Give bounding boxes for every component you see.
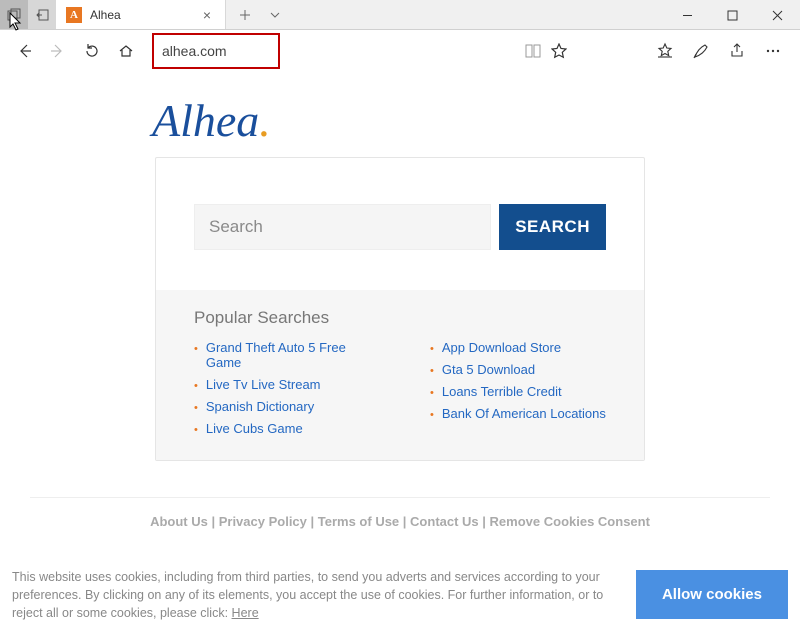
share-icon[interactable] — [726, 40, 748, 62]
list-item: •Bank Of American Locations — [430, 406, 606, 421]
page-content: Alhea. SEARCH Popular Searches •Grand Th… — [0, 72, 800, 529]
footer-link[interactable]: About Us — [150, 514, 208, 529]
popular-title: Popular Searches — [194, 308, 606, 328]
refresh-button[interactable] — [80, 39, 104, 63]
list-item: •Live Cubs Game — [194, 421, 370, 436]
reading-view-icon[interactable] — [520, 44, 546, 58]
footer-link[interactable]: Remove Cookies Consent — [490, 514, 650, 529]
list-item: •Gta 5 Download — [430, 362, 606, 377]
popular-link[interactable]: Bank Of American Locations — [442, 406, 606, 421]
tabs-chevron-button[interactable] — [260, 0, 290, 30]
search-input[interactable] — [194, 204, 491, 250]
tab-title: Alhea — [90, 8, 191, 22]
window-minimize-button[interactable] — [665, 0, 710, 30]
back-button[interactable] — [12, 39, 36, 63]
popular-searches: Popular Searches •Grand Theft Auto 5 Fre… — [156, 290, 644, 460]
notes-icon[interactable] — [690, 40, 712, 62]
address-bar — [0, 30, 800, 72]
popular-link[interactable]: App Download Store — [442, 340, 561, 355]
list-item: •Spanish Dictionary — [194, 399, 370, 414]
cookie-here-link[interactable]: Here — [232, 606, 259, 620]
list-item: •Live Tv Live Stream — [194, 377, 370, 392]
window-maximize-button[interactable] — [710, 0, 755, 30]
set-aside-tabs-button[interactable] — [28, 0, 56, 29]
popular-link[interactable]: Gta 5 Download — [442, 362, 535, 377]
list-item: •Loans Terrible Credit — [430, 384, 606, 399]
footer-link[interactable]: Privacy Policy — [219, 514, 307, 529]
tabs-preview-button[interactable] — [0, 0, 28, 29]
site-logo: Alhea. — [0, 94, 800, 147]
favorite-star-icon[interactable] — [546, 43, 572, 59]
allow-cookies-button[interactable]: Allow cookies — [636, 570, 788, 619]
new-tab-button[interactable] — [230, 0, 260, 30]
favorites-hub-icon[interactable] — [654, 40, 676, 62]
browser-tab[interactable]: A Alhea × — [56, 0, 226, 29]
tab-close-button[interactable]: × — [199, 7, 215, 23]
popular-link[interactable]: Live Tv Live Stream — [206, 377, 321, 392]
more-menu-icon[interactable] — [762, 40, 784, 62]
window-close-button[interactable] — [755, 0, 800, 30]
footer-links: About Us | Privacy Policy | Terms of Use… — [30, 497, 770, 529]
search-button[interactable]: SEARCH — [499, 204, 606, 250]
list-item: •Grand Theft Auto 5 Free Game — [194, 340, 370, 370]
titlebar: A Alhea × — [0, 0, 800, 30]
popular-link[interactable]: Loans Terrible Credit — [442, 384, 562, 399]
search-card: SEARCH Popular Searches •Grand Theft Aut… — [155, 157, 645, 461]
popular-link[interactable]: Live Cubs Game — [206, 421, 303, 436]
popular-link[interactable]: Spanish Dictionary — [206, 399, 314, 414]
home-button[interactable] — [114, 39, 138, 63]
forward-button[interactable] — [46, 39, 70, 63]
list-item: •App Download Store — [430, 340, 606, 355]
footer-link[interactable]: Contact Us — [410, 514, 479, 529]
tab-favicon: A — [66, 7, 82, 23]
footer-link[interactable]: Terms of Use — [318, 514, 399, 529]
popular-link[interactable]: Grand Theft Auto 5 Free Game — [206, 340, 370, 370]
cookie-text: This website uses cookies, including fro… — [12, 568, 616, 622]
cookie-banner: This website uses cookies, including fro… — [0, 558, 800, 632]
url-input[interactable] — [152, 43, 520, 59]
